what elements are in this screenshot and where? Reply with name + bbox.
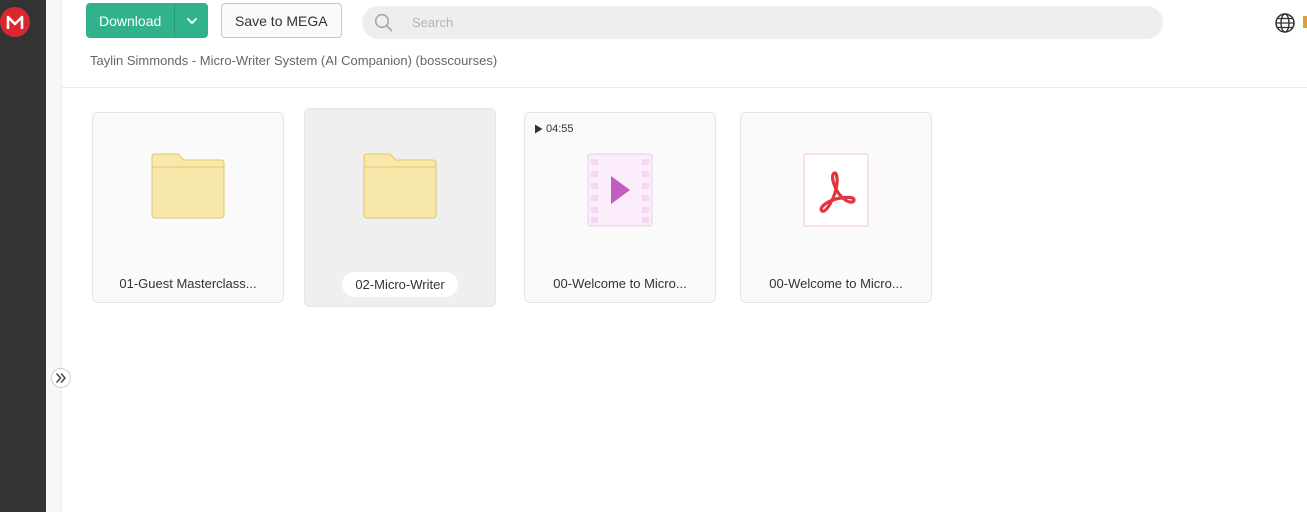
chevron-down-icon [186, 17, 197, 24]
search-icon [373, 13, 393, 33]
globe-icon[interactable] [1274, 12, 1296, 34]
side-panel [46, 0, 62, 512]
grid-item-folder[interactable]: 01-Guest Masterclass... [92, 112, 284, 303]
item-name: 00-Welcome to Micro... [769, 276, 903, 291]
grid-item-video[interactable]: 04:55 00-Welcome to Micro... [524, 112, 716, 303]
notification-edge-icon [1303, 16, 1307, 28]
item-name: 00-Welcome to Micro... [553, 276, 687, 291]
folder-icon [151, 153, 225, 219]
item-name: 01-Guest Masterclass... [119, 276, 257, 291]
grid-item-folder-selected[interactable]: 02-Micro-Writer [304, 108, 496, 307]
play-icon [535, 124, 543, 134]
video-duration: 04:55 [534, 123, 574, 135]
pdf-file-icon [803, 153, 869, 227]
duration-label: 04:55 [546, 123, 574, 135]
divider [62, 87, 1307, 88]
search-bar[interactable] [362, 6, 1163, 39]
double-chevron-right-icon [56, 373, 66, 383]
expand-sidebar-button[interactable] [51, 368, 71, 388]
item-name: 02-Micro-Writer [342, 272, 458, 297]
search-input[interactable] [410, 14, 1110, 31]
breadcrumb[interactable]: Taylin Simmonds - Micro-Writer System (A… [90, 53, 497, 68]
folder-icon [363, 153, 437, 219]
video-file-icon [587, 153, 653, 227]
left-rail [0, 0, 46, 512]
download-button-group: Download [86, 3, 209, 38]
download-button[interactable]: Download [86, 3, 175, 38]
grid-item-pdf[interactable]: 00-Welcome to Micro... [740, 112, 932, 303]
mega-logo-icon[interactable] [0, 7, 30, 37]
save-to-mega-button[interactable]: Save to MEGA [221, 3, 342, 38]
download-options-button[interactable] [174, 3, 209, 38]
item-name-wrapper: 02-Micro-Writer [305, 272, 495, 297]
